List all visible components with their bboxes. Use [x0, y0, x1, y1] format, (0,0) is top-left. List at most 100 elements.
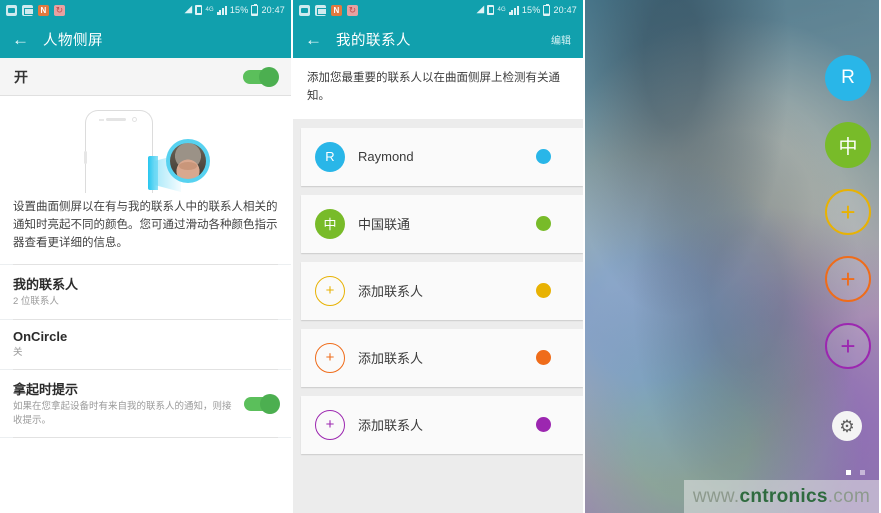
sim-card-icon	[487, 5, 495, 15]
wifi-icon: ◢	[476, 4, 485, 15]
edge-add-contact-icon[interactable]: +	[825, 189, 871, 235]
screen-my-people-list: ◢ 4G 15% 20:47 ← 我的联系人 编辑 添加您最重要的联系人以在曲面…	[293, 0, 585, 513]
screen1-description: 设置曲面侧屏以在有与我的联系人中的联系人相关的通知时亮起不同的颜色。您可通过滑动…	[0, 193, 291, 265]
phone-camera-icon	[132, 116, 137, 122]
edit-button[interactable]: 编辑	[551, 32, 571, 47]
phone-sensor-dots-icon	[99, 119, 104, 121]
contact-card[interactable]: + 添加联系人	[301, 395, 583, 454]
add-contact-icon: +	[315, 409, 345, 440]
status-bar-system-icons: ◢ 4G 15% 20:47	[476, 3, 577, 16]
battery-percent-label: 15%	[229, 5, 249, 15]
battery-icon	[251, 3, 259, 16]
edge-settings-wrap: ⚙	[832, 405, 862, 441]
settings-item-pickup-reminder[interactable]: 拿起时提示 如果在您拿起设备时有来自我的联系人的通知，则接收提示。	[0, 369, 291, 438]
settings-item-texts: OnCircle 关	[13, 329, 278, 360]
screen2-description: 添加您最重要的联系人以在曲面侧屏上检测有关通知。	[293, 58, 583, 119]
contact-name: 添加联系人	[358, 418, 424, 434]
battery-icon	[543, 3, 551, 16]
phone-side-button-icon	[84, 151, 87, 164]
back-icon[interactable]: ←	[12, 31, 29, 48]
contact-color-dot[interactable]	[536, 148, 551, 164]
phone-outline-icon	[84, 110, 153, 193]
edge-illustration	[0, 96, 291, 193]
status-bar-notification-icons	[299, 4, 358, 16]
screenshot-root: ◢ 4G 15% 20:47 ← 人物侧屏 开	[0, 0, 881, 513]
battery-percent-label: 15%	[521, 5, 541, 15]
note-icon	[6, 4, 17, 16]
edge-contact-avatar[interactable]: R	[825, 55, 871, 101]
app-bar-screen1: ← 人物侧屏	[0, 20, 291, 58]
phone-speaker-icon	[106, 118, 126, 121]
status-bar-screen1: ◢ 4G 15% 20:47	[0, 0, 291, 20]
signal-bars-icon	[216, 5, 227, 15]
contact-color-dot[interactable]	[536, 416, 551, 432]
contact-name: 中国联通	[358, 217, 411, 233]
signal-bars-icon	[508, 5, 519, 15]
contact-avatar-photo	[170, 143, 206, 179]
contact-color-dot[interactable]	[536, 349, 551, 365]
screen-people-edge-overlay: R 中 + + + ⚙ www. cntronics .com	[585, 0, 879, 513]
edge-add-contact-icon[interactable]: +	[825, 323, 871, 369]
mail-icon	[315, 4, 327, 16]
master-toggle-switch[interactable]	[243, 66, 279, 87]
watermark: www. cntronics .com	[684, 480, 879, 513]
sync-icon	[54, 4, 65, 16]
clock-label: 20:47	[553, 5, 577, 15]
gear-icon[interactable]: ⚙	[832, 411, 862, 441]
contact-color-dot[interactable]	[536, 215, 551, 231]
page-dot[interactable]	[860, 470, 865, 475]
network-type-label: 4G	[497, 7, 506, 13]
contact-card[interactable]: 中中国联通	[301, 194, 583, 253]
edge-contact-avatar[interactable]: 中	[825, 122, 871, 168]
settings-item-subtitle: 2 位联系人	[13, 296, 59, 308]
add-contact-icon: +	[315, 342, 345, 373]
contact-color-dot[interactable]	[536, 282, 551, 298]
settings-item-texts: 我的联系人 2 位联系人	[13, 274, 278, 309]
page-dot-active[interactable]	[846, 470, 851, 475]
contact-card[interactable]: + 添加联系人	[301, 261, 583, 320]
watermark-prefix: www.	[692, 485, 740, 507]
contact-avatar: 中	[315, 208, 345, 239]
add-contact-icon: +	[315, 275, 345, 306]
settings-item-title: OnCircle	[13, 328, 68, 344]
settings-item-texts: 拿起时提示 如果在您拿起设备时有来自我的联系人的通知，则接收提示。	[13, 379, 236, 429]
app-bar-screen2: ← 我的联系人 编辑	[293, 20, 583, 58]
master-toggle-label: 开	[14, 68, 28, 85]
mail-icon	[22, 4, 34, 16]
sync-icon	[347, 4, 358, 16]
page-title: 我的联系人	[336, 32, 411, 49]
settings-item-title: 我的联系人	[13, 277, 79, 293]
status-bar-notification-icons	[6, 4, 65, 16]
status-bar-system-icons: ◢ 4G 15% 20:47	[185, 3, 285, 16]
watermark-main: cntronics	[739, 485, 828, 507]
clock-label: 20:47	[261, 5, 285, 15]
settings-item-my-people[interactable]: 我的联系人 2 位联系人	[0, 265, 291, 319]
back-icon[interactable]: ←	[305, 31, 322, 48]
contact-name: 添加联系人	[358, 284, 424, 300]
contact-card[interactable]: + 添加联系人	[301, 328, 583, 387]
edge-add-contact-icon[interactable]: +	[825, 256, 871, 302]
contact-name: Raymond	[358, 149, 414, 165]
contact-avatar: R	[315, 141, 345, 172]
settings-item-title: 拿起时提示	[13, 381, 79, 397]
pickup-reminder-switch[interactable]	[244, 393, 280, 414]
screen2-body: 添加您最重要的联系人以在曲面侧屏上检测有关通知。 R Raymond 中中国联通 + 添…	[293, 58, 583, 513]
contact-card[interactable]: R Raymond	[301, 127, 583, 186]
contact-avatar-ring	[166, 139, 210, 183]
contact-card-list: R Raymond 中中国联通 + 添加联系人 + 添加联系人 + 添加联系人	[293, 119, 583, 454]
master-toggle-row[interactable]: 开	[0, 58, 291, 96]
page-indicator-dots[interactable]	[846, 470, 865, 475]
settings-item-oncircle[interactable]: OnCircle 关	[0, 319, 291, 369]
n-app-icon	[38, 4, 49, 16]
screen1-filler	[0, 438, 291, 513]
screen1-body: 开 设置曲面侧屏以在有与我的联系人中的联系人相关的通知时亮起不同的颜色。您可通过…	[0, 58, 291, 513]
watermark-suffix: .com	[827, 485, 871, 507]
n-app-icon	[331, 4, 342, 16]
contact-name: 添加联系人	[358, 351, 424, 367]
sim-card-icon	[195, 5, 203, 15]
settings-item-subtitle: 如果在您拿起设备时有来自我的联系人的通知，则接收提示。	[13, 400, 232, 427]
network-type-label: 4G	[205, 7, 214, 13]
page-title: 人物侧屏	[43, 32, 103, 49]
screen-people-edge-settings: ◢ 4G 15% 20:47 ← 人物侧屏 开	[0, 0, 293, 513]
note-icon	[299, 4, 310, 16]
